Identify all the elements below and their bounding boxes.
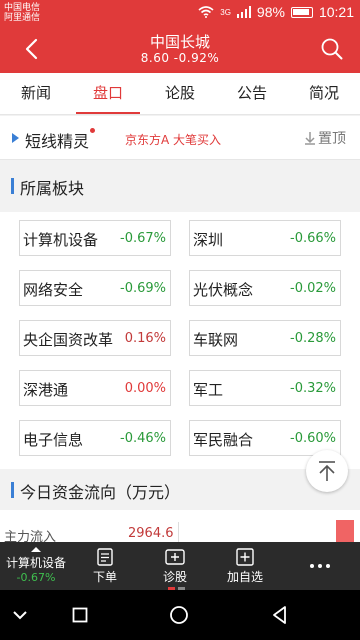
- sector-tile[interactable]: 电子信息 -0.46%: [19, 420, 171, 456]
- sector-name: 深港通: [23, 381, 69, 399]
- recents-square-icon[interactable]: [72, 607, 88, 623]
- stock-price-change: 8.60 -0.92%: [140, 51, 220, 65]
- battery-icon: [290, 6, 313, 18]
- sector-name: 军工: [193, 381, 224, 399]
- sector-name: 军民融合: [193, 431, 254, 449]
- sector-name: 光伏概念: [193, 281, 254, 299]
- shortline-alert-row[interactable]: 短线精灵 京东方A 大笔买入 置顶: [0, 116, 360, 160]
- carrier-primary: 中国电信: [4, 2, 41, 12]
- battery-percent: 98%: [256, 4, 285, 20]
- sector-change: -0.46%: [120, 431, 166, 446]
- carrier-secondary: 阿里通信: [4, 12, 41, 22]
- sector-change: -0.28%: [290, 331, 336, 346]
- sector-shortcut-name: 计算机设备: [5, 556, 66, 570]
- chevron-down-icon[interactable]: [12, 607, 28, 623]
- more-button[interactable]: [296, 542, 344, 590]
- status-bar: 中国电信 阿里通信 3G 98% 10:21: [0, 0, 360, 25]
- sector-change: -0.69%: [120, 281, 166, 296]
- sectors-header: 所属板块: [0, 166, 360, 206]
- sector-name: 央企国资改革: [23, 331, 114, 349]
- new-alert-dot: [90, 128, 95, 133]
- network-type: 3G: [220, 7, 231, 17]
- diagnose-label: 诊股: [162, 570, 187, 584]
- sector-change: -0.02%: [290, 281, 336, 296]
- sector-name: 深圳: [193, 231, 224, 249]
- tab-discussion[interactable]: 论股: [144, 73, 216, 114]
- order-doc-icon: [97, 548, 113, 566]
- fund-flow-row: 主力流入 2964.6: [0, 510, 360, 545]
- add-watchlist-label: 加自选: [226, 570, 263, 584]
- sector-change: -0.60%: [290, 431, 336, 446]
- section-marker: [11, 482, 14, 498]
- tab-profile[interactable]: 简况: [288, 73, 360, 114]
- back-to-top-button[interactable]: [306, 450, 348, 492]
- tab-announcements[interactable]: 公告: [216, 73, 288, 114]
- tab-bar: 新闻 盘口 论股 公告 简况: [0, 73, 360, 115]
- expand-triangle-icon: [12, 133, 19, 143]
- sector-tile[interactable]: 军工 -0.32%: [189, 370, 341, 406]
- tab-news[interactable]: 新闻: [0, 73, 72, 114]
- sector-name: 电子信息: [23, 431, 84, 449]
- sector-grid: 计算机设备 -0.67% 深圳 -0.66% 网络安全 -0.69% 光伏概念 …: [0, 212, 360, 469]
- tab-order-book[interactable]: 盘口: [72, 73, 144, 114]
- flow-bar: [336, 520, 354, 542]
- sector-tile[interactable]: 车联网 -0.28%: [189, 320, 341, 356]
- app-bar: 中国长城 8.60 -0.92%: [0, 25, 360, 73]
- sector-tile[interactable]: 央企国资改革 0.16%: [19, 320, 171, 356]
- sector-change: -0.66%: [290, 231, 336, 246]
- flow-divider: [178, 522, 179, 542]
- shortline-info: 京东方A 大笔买入: [125, 133, 222, 147]
- sector-tile[interactable]: 深港通 0.00%: [19, 370, 171, 406]
- flow-value: 2964.6: [128, 526, 174, 541]
- back-triangle-icon[interactable]: [270, 605, 290, 625]
- sectors-title: 所属板块: [20, 179, 85, 198]
- carrier-label: 中国电信 阿里通信: [4, 2, 40, 22]
- sector-tile[interactable]: 深圳 -0.66%: [189, 220, 341, 256]
- stock-name: 中国长城: [149, 33, 210, 51]
- more-dots-icon: [310, 564, 330, 568]
- sector-shortcut-change: -0.67%: [16, 571, 56, 584]
- section-marker: [11, 178, 14, 194]
- signal-icon: [236, 6, 251, 18]
- sector-name: 计算机设备: [23, 231, 99, 249]
- home-circle-icon[interactable]: [169, 605, 189, 625]
- add-watchlist-button[interactable]: 加自选: [218, 542, 272, 590]
- search-icon[interactable]: [320, 37, 344, 61]
- sector-name: 网络安全: [23, 281, 84, 299]
- bottom-action-bar: 计算机设备 -0.67% 下单 诊股 加自选: [0, 542, 360, 590]
- sector-tile[interactable]: 计算机设备 -0.67%: [19, 220, 171, 256]
- system-nav-bar: [0, 590, 360, 640]
- wifi-icon: [198, 6, 214, 18]
- sector-shortcut[interactable]: 计算机设备 -0.67%: [0, 542, 72, 590]
- sector-change: -0.67%: [120, 231, 166, 246]
- add-icon: [236, 548, 254, 566]
- pin-label: 置顶: [318, 131, 346, 147]
- pin-to-top-button[interactable]: 置顶: [304, 128, 346, 148]
- sector-tile[interactable]: 光伏概念 -0.02%: [189, 270, 341, 306]
- clock: 10:21: [318, 4, 354, 20]
- shortline-title: 短线精灵: [25, 132, 90, 151]
- status-icons: 3G 98% 10:21: [198, 4, 354, 20]
- fund-flow-title: 今日资金流向（万元）: [20, 483, 181, 502]
- caret-up-icon: [31, 547, 41, 552]
- sector-change: -0.32%: [290, 381, 336, 396]
- arrow-down-icon: [305, 132, 315, 145]
- diagnose-icon: [165, 549, 185, 565]
- order-label: 下单: [92, 570, 117, 584]
- sector-change: 0.16%: [124, 331, 166, 346]
- sector-change: 0.00%: [124, 381, 166, 396]
- diagnose-button[interactable]: 诊股: [148, 542, 202, 590]
- sector-name: 车联网: [193, 331, 239, 349]
- sector-tile[interactable]: 网络安全 -0.69%: [19, 270, 171, 306]
- arrow-up-icon: [319, 461, 335, 481]
- order-button[interactable]: 下单: [78, 542, 132, 590]
